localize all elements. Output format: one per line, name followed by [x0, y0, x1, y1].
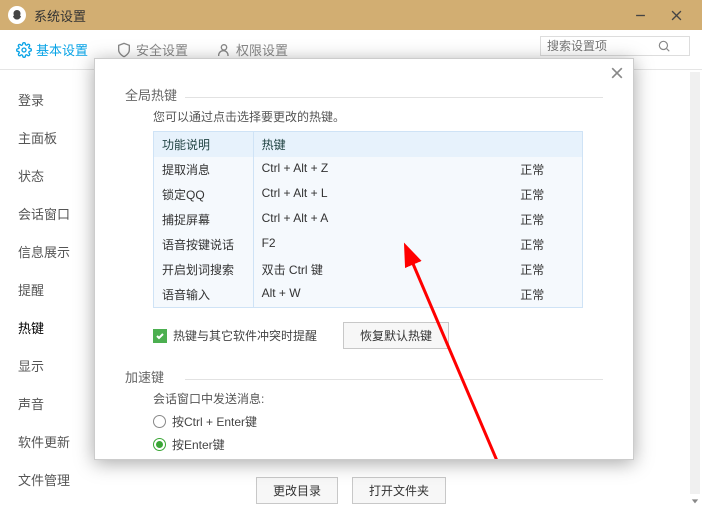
- row-func: 锁定QQ: [154, 182, 254, 207]
- open-folder-button[interactable]: 打开文件夹: [352, 477, 446, 504]
- table-row[interactable]: 捕捉屏幕 Ctrl + Alt + A 正常: [154, 207, 582, 232]
- header-hotkey: 热键: [254, 132, 483, 157]
- sidebar-item-update[interactable]: 软件更新: [0, 422, 90, 460]
- table-row[interactable]: 语音输入 Alt + W 正常: [154, 282, 582, 307]
- tab-basic-label: 基本设置: [36, 40, 88, 59]
- tab-security-settings[interactable]: 安全设置: [116, 40, 188, 59]
- change-dir-button[interactable]: 更改目录: [256, 477, 338, 504]
- radio-icon: [153, 415, 166, 428]
- global-hotkey-subtitle: 您可以通过点击选择要更改的热键。: [153, 108, 603, 125]
- send-radios: 按Ctrl + Enter键 按Enter键: [153, 413, 603, 453]
- sidebar-item-hotkey[interactable]: 热键: [0, 308, 90, 346]
- header-status: [482, 132, 582, 157]
- radio-ctrl-enter[interactable]: 按Ctrl + Enter键: [153, 413, 603, 430]
- send-label: 会话窗口中发送消息:: [153, 390, 603, 407]
- scroll-down-arrow[interactable]: [690, 494, 700, 508]
- titlebar: 系统设置: [0, 0, 702, 30]
- row-hotkey: Ctrl + Alt + A: [254, 207, 483, 232]
- sidebar-item-chatwindow[interactable]: 会话窗口: [0, 194, 90, 232]
- header-func: 功能说明: [154, 132, 254, 157]
- conflict-label: 热键与其它软件冲突时提醒: [173, 327, 317, 344]
- bottom-bar: 更改目录 打开文件夹: [0, 477, 702, 504]
- row-status: 正常: [482, 257, 582, 282]
- table-row[interactable]: 开启划词搜索 双击 Ctrl 键 正常: [154, 257, 582, 282]
- table-row[interactable]: 锁定QQ Ctrl + Alt + L 正常: [154, 182, 582, 207]
- dialog-close-button[interactable]: [611, 67, 623, 82]
- row-status: 正常: [482, 157, 582, 182]
- sidebar-item-reminder[interactable]: 提醒: [0, 270, 90, 308]
- sidebar-item-mainpanel[interactable]: 主面板: [0, 118, 90, 156]
- sidebar-item-infodisplay[interactable]: 信息展示: [0, 232, 90, 270]
- global-hotkey-title: 全局热键: [125, 85, 603, 104]
- minimize-button[interactable]: [622, 0, 658, 30]
- hotkey-dialog: 全局热键 您可以通过点击选择要更改的热键。 功能说明 热键 提取消息 Ctrl …: [94, 58, 634, 460]
- row-status: 正常: [482, 282, 582, 307]
- search-input[interactable]: [547, 39, 657, 53]
- row-status: 正常: [482, 207, 582, 232]
- conflict-row: 热键与其它软件冲突时提醒 恢复默认热键: [153, 322, 603, 349]
- tab-permission-settings[interactable]: 权限设置: [216, 40, 288, 59]
- conflict-checkbox[interactable]: 热键与其它软件冲突时提醒: [153, 327, 317, 344]
- shield-icon: [116, 42, 132, 58]
- row-hotkey: Ctrl + Alt + L: [254, 182, 483, 207]
- sidebar-item-status[interactable]: 状态: [0, 156, 90, 194]
- divider: [185, 97, 603, 98]
- row-func: 捕捉屏幕: [154, 207, 254, 232]
- row-hotkey: Ctrl + Alt + Z: [254, 157, 483, 182]
- sidebar-item-display[interactable]: 显示: [0, 346, 90, 384]
- row-hotkey: F2: [254, 232, 483, 257]
- search-icon: [657, 39, 671, 53]
- hotkey-table: 功能说明 热键 提取消息 Ctrl + Alt + Z 正常 锁定QQ Ctrl…: [153, 131, 583, 308]
- radio-icon: [153, 438, 166, 451]
- row-status: 正常: [482, 182, 582, 207]
- row-func: 语音按键说话: [154, 232, 254, 257]
- tab-perm-label: 权限设置: [236, 40, 288, 59]
- search-box[interactable]: [540, 36, 690, 56]
- checkbox-icon: [153, 329, 167, 343]
- radio-ctrl-enter-label: 按Ctrl + Enter键: [172, 413, 257, 430]
- row-func: 提取消息: [154, 157, 254, 182]
- table-row[interactable]: 提取消息 Ctrl + Alt + Z 正常: [154, 157, 582, 182]
- user-icon: [216, 42, 232, 58]
- sidebar-item-login[interactable]: 登录: [0, 80, 90, 118]
- restore-default-button[interactable]: 恢复默认热键: [343, 322, 449, 349]
- sidebar-item-sound[interactable]: 声音: [0, 384, 90, 422]
- gear-icon: [16, 42, 32, 58]
- sidebar: 登录 主面板 状态 会话窗口 信息展示 提醒 热键 显示 声音 软件更新 文件管…: [0, 70, 90, 510]
- radio-enter-label: 按Enter键: [172, 436, 225, 453]
- window-title: 系统设置: [34, 6, 622, 25]
- row-status: 正常: [482, 232, 582, 257]
- row-func: 语音输入: [154, 282, 254, 307]
- divider: [185, 379, 603, 380]
- table-row[interactable]: 语音按键说话 F2 正常: [154, 232, 582, 257]
- row-hotkey: Alt + W: [254, 282, 483, 307]
- scrollbar[interactable]: [690, 72, 700, 508]
- row-hotkey: 双击 Ctrl 键: [254, 257, 483, 282]
- row-func: 开启划词搜索: [154, 257, 254, 282]
- table-header: 功能说明 热键: [154, 132, 582, 157]
- accel-title: 加速键: [125, 367, 603, 386]
- close-window-button[interactable]: [658, 0, 694, 30]
- radio-enter[interactable]: 按Enter键: [153, 436, 603, 453]
- tab-security-label: 安全设置: [136, 40, 188, 59]
- tab-basic-settings[interactable]: 基本设置: [16, 40, 88, 59]
- app-logo: [8, 6, 26, 24]
- scrollbar-track[interactable]: [690, 72, 700, 494]
